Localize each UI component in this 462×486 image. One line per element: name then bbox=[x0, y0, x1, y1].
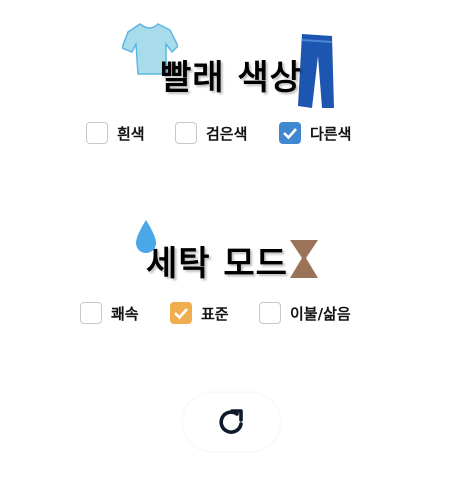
checkbox-standard[interactable] bbox=[170, 302, 192, 324]
checkbox-quick[interactable] bbox=[80, 302, 102, 324]
option-label: 다른색 bbox=[310, 124, 352, 143]
refresh-button[interactable] bbox=[183, 393, 280, 451]
option-standard[interactable]: 표준 bbox=[170, 302, 229, 324]
check-icon bbox=[174, 308, 188, 320]
option-label: 검은색 bbox=[206, 124, 248, 143]
option-white[interactable]: 흰색 bbox=[86, 122, 145, 144]
checkbox-white[interactable] bbox=[86, 122, 108, 144]
wash-mode-title: 세탁 모드 bbox=[146, 244, 288, 284]
option-label: 이불/삶음 bbox=[290, 304, 351, 323]
option-label: 표준 bbox=[201, 304, 229, 323]
checkbox-other[interactable] bbox=[279, 122, 301, 144]
option-quick[interactable]: 쾌속 bbox=[80, 302, 139, 324]
refresh-icon bbox=[218, 409, 243, 434]
hourglass-icon bbox=[290, 240, 318, 278]
checkbox-black[interactable] bbox=[175, 122, 197, 144]
option-other[interactable]: 다른색 bbox=[279, 122, 351, 144]
option-black[interactable]: 검은색 bbox=[175, 122, 247, 144]
check-icon bbox=[283, 128, 297, 140]
option-label: 쾌속 bbox=[111, 304, 139, 323]
option-label: 흰색 bbox=[117, 124, 145, 143]
laundry-color-title: 빨래 색상 bbox=[160, 58, 302, 98]
option-bedding-boil[interactable]: 이불/삶음 bbox=[259, 302, 351, 324]
checkbox-bedding-boil[interactable] bbox=[259, 302, 281, 324]
